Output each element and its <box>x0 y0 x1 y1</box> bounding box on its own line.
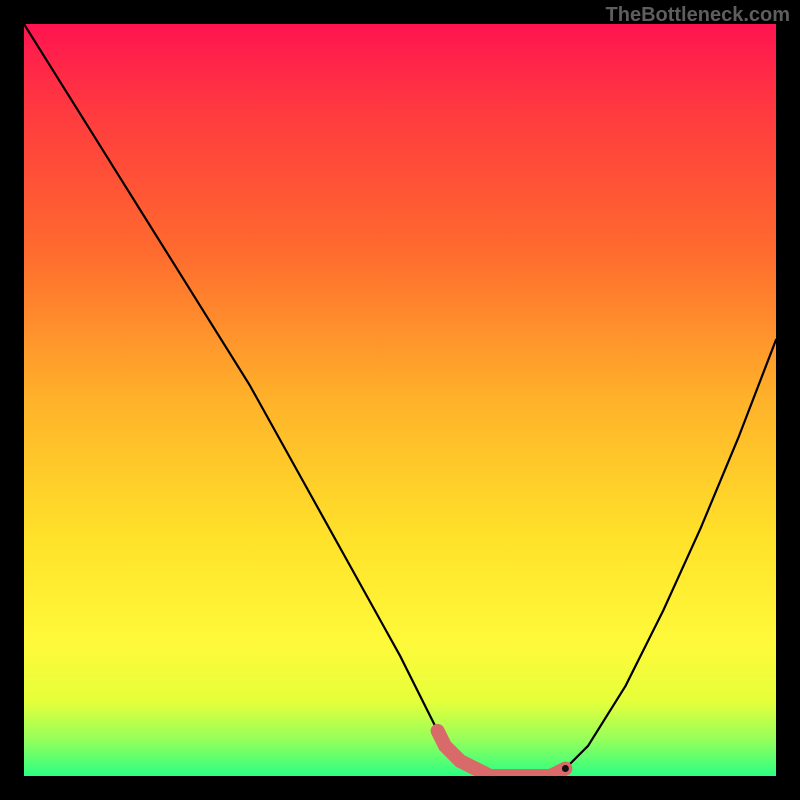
plot-area <box>24 24 776 776</box>
watermark: TheBottleneck.com <box>606 4 790 27</box>
chart-frame: TheBottleneck.com <box>0 0 800 800</box>
marker-dot <box>562 765 569 772</box>
bottleneck-curve-svg <box>24 24 776 776</box>
bottleneck-curve <box>24 24 776 776</box>
optimal-range-highlight <box>438 731 566 776</box>
